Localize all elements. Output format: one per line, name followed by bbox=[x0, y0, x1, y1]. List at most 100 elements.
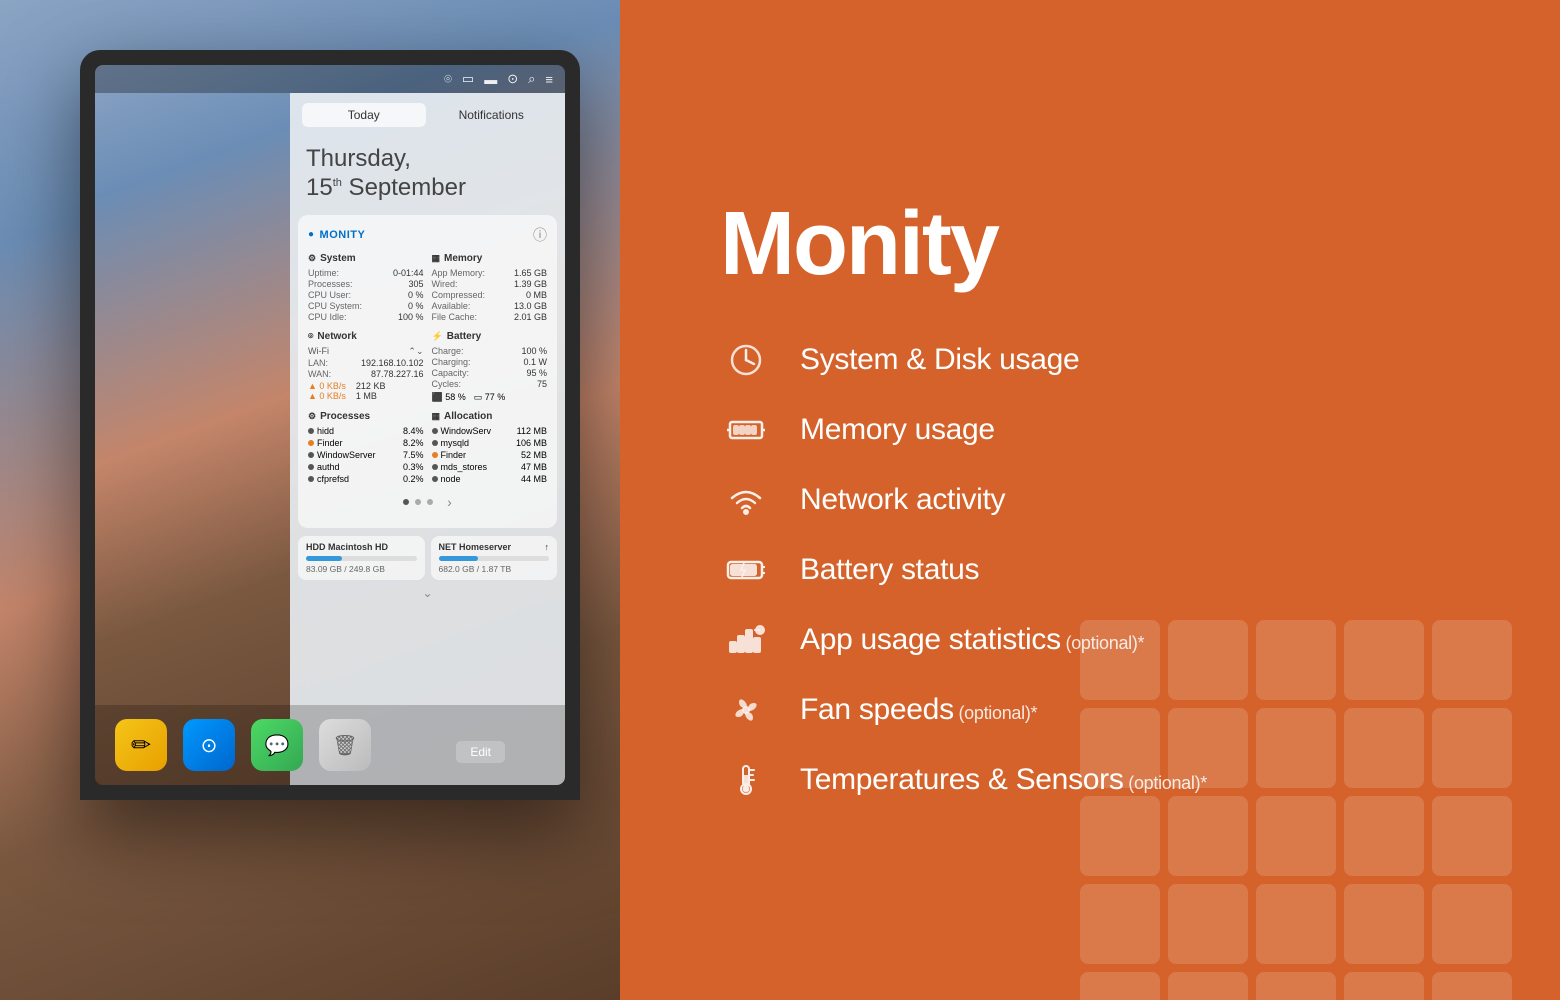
feature-list: System & Disk usage Memory usage bbox=[720, 339, 1480, 801]
feature-network: Network activity bbox=[720, 479, 1480, 521]
dock-trash-icon[interactable]: 🗑 bbox=[319, 719, 371, 771]
pagination: › bbox=[308, 486, 547, 518]
network-title: ⌾ Network bbox=[308, 331, 424, 342]
mac-screen: ⌾ ▭ ▬ ⊙ ⌕ ≡ Today Notifications bbox=[95, 65, 565, 785]
feature-memory-label: Memory usage bbox=[800, 413, 995, 447]
memory-section: ▦ Memory App Memory:1.65 GB Wired:1.39 G… bbox=[432, 253, 548, 323]
feature-temp: Temperatures & Sensors (optional)* bbox=[720, 759, 1480, 801]
page-dot-2 bbox=[415, 499, 421, 505]
battery-charging: Charging:0.1 W bbox=[432, 357, 548, 367]
allocation-section: ▦ Allocation WindowServ112 MB mysqld106 … bbox=[432, 411, 548, 486]
network-wan: WAN:87.78.227.16 bbox=[308, 369, 424, 379]
homeserver-usage: 682.0 GB / 1.87 TB bbox=[439, 564, 550, 574]
temp-icon bbox=[720, 759, 772, 801]
macintosh-hd-usage: 83.09 GB / 249.8 GB bbox=[306, 564, 417, 574]
system-processes: Processes:305 bbox=[308, 279, 424, 289]
feature-system-disk-label: System & Disk usage bbox=[800, 343, 1079, 377]
widget-title: ● MONITY bbox=[308, 229, 365, 241]
feature-system-disk: System & Disk usage bbox=[720, 339, 1480, 381]
system-section: ⚙ System Uptime:0-01:44 Processes:305 CP… bbox=[308, 253, 424, 323]
feature-temp-label: Temperatures & Sensors (optional)* bbox=[800, 763, 1207, 797]
widget-header: ● MONITY ⓘ bbox=[308, 225, 547, 245]
widget-grid: ⚙ System Uptime:0-01:44 Processes:305 CP… bbox=[308, 253, 547, 486]
battery-capacity: Capacity:95 % bbox=[432, 368, 548, 378]
status-bars: HDD Macintosh HD 83.09 GB / 249.8 GB NET… bbox=[298, 536, 557, 580]
feature-app-usage-label: App usage statistics (optional)* bbox=[800, 623, 1144, 657]
page-dot-1 bbox=[403, 499, 409, 505]
battery-icon bbox=[720, 549, 772, 591]
macintosh-hd-bar: HDD Macintosh HD 83.09 GB / 249.8 GB bbox=[298, 536, 425, 580]
page-dot-3 bbox=[427, 499, 433, 505]
widget-info-icon[interactable]: ⓘ bbox=[533, 225, 547, 245]
proc-windowserver: WindowServer7.5% bbox=[308, 450, 424, 460]
collapse-arrow[interactable]: ⌄ bbox=[290, 580, 565, 606]
date-line1: Thursday, bbox=[306, 145, 549, 174]
panel-date: Thursday, 15th September bbox=[290, 135, 565, 215]
today-panel: Today Notifications Thursday, 15th Septe… bbox=[290, 93, 565, 785]
proc-hidd: hidd8.4% bbox=[308, 426, 424, 436]
system-title: ⚙ System bbox=[308, 253, 424, 264]
dock-sketch-icon[interactable]: ✏ bbox=[115, 719, 167, 771]
network-wifi: Wi-Fi ⌃⌄ bbox=[308, 346, 424, 357]
menu-menubar-icon: ≡ bbox=[545, 72, 553, 87]
wifi-menubar-icon: ⌾ bbox=[444, 71, 452, 87]
memory-filecache: File Cache:2.01 GB bbox=[432, 312, 548, 322]
homeserver-bar-bg bbox=[439, 556, 550, 561]
homeserver-bar: NET Homeserver ↑ 682.0 GB / 1.87 TB bbox=[431, 536, 558, 580]
feature-network-label: Network activity bbox=[800, 483, 1005, 517]
alloc-mysqld: mysqld106 MB bbox=[432, 438, 548, 448]
network-section: ⌾ Network Wi-Fi ⌃⌄ LAN:192.168.10.102 WA… bbox=[308, 331, 424, 403]
macintosh-hd-header: HDD Macintosh HD bbox=[306, 542, 417, 552]
proc-cfprefsd: cfprefsd0.2% bbox=[308, 474, 424, 484]
dock-messages-icon[interactable]: 💬 bbox=[251, 719, 303, 771]
network-traffic: ▲ 0 KB/s ▲ 0 KB/s 212 KB 1 MB bbox=[308, 381, 424, 401]
battery-status: ⬛ 58 % ▭ 77 % bbox=[432, 392, 548, 403]
fan-icon bbox=[720, 689, 772, 731]
dock: ✏ ⊙ 💬 🗑 Edit bbox=[95, 705, 565, 785]
disk-bar-bg bbox=[306, 556, 417, 561]
dock-safari-icon[interactable]: ⊙ bbox=[183, 719, 235, 771]
alloc-node: node44 MB bbox=[432, 474, 548, 484]
battery-title: ⚡ Battery bbox=[432, 331, 548, 342]
system-cpu-user: CPU User:0 % bbox=[308, 290, 424, 300]
processes-title: ⚙ Processes bbox=[308, 411, 424, 422]
wifi-icon bbox=[720, 479, 772, 521]
system-cpu-system: CPU System:0 % bbox=[308, 301, 424, 311]
homeserver-header: NET Homeserver ↑ bbox=[439, 542, 550, 552]
edit-button[interactable]: Edit bbox=[456, 741, 505, 763]
proc-authd: authd0.3% bbox=[308, 462, 424, 472]
homeserver-used-bar bbox=[439, 556, 479, 561]
memory-title: ▦ Memory bbox=[432, 253, 548, 264]
memory-app: App Memory:1.65 GB bbox=[432, 268, 548, 278]
stats-icon bbox=[720, 619, 772, 661]
notifications-tab[interactable]: Notifications bbox=[430, 103, 554, 127]
system-cpu-idle: CPU Idle:100 % bbox=[308, 312, 424, 322]
battery-cycles: Cycles:75 bbox=[432, 379, 548, 389]
activity-icon bbox=[720, 339, 772, 381]
feature-memory: Memory usage bbox=[720, 409, 1480, 451]
alloc-windowserv: WindowServ112 MB bbox=[432, 426, 548, 436]
search-menubar-icon: ⌕ bbox=[528, 71, 535, 87]
monity-widget: ● MONITY ⓘ ⚙ System Uptime:0-01:44 bbox=[298, 215, 557, 528]
feature-fan-label: Fan speeds (optional)* bbox=[800, 693, 1037, 727]
menubar: ⌾ ▭ ▬ ⊙ ⌕ ≡ bbox=[95, 65, 565, 93]
memory-available: Available:13.0 GB bbox=[432, 301, 548, 311]
right-panel: Monity System & Disk usage bbox=[640, 0, 1560, 1000]
network-lan: LAN:192.168.10.102 bbox=[308, 358, 424, 368]
feature-battery-label: Battery status bbox=[800, 553, 979, 587]
processes-section: ⚙ Processes hidd8.4% Finder8.2% WindowSe… bbox=[308, 411, 424, 486]
today-tab[interactable]: Today bbox=[302, 103, 426, 127]
app-title: Monity bbox=[720, 199, 1480, 289]
system-uptime: Uptime:0-01:44 bbox=[308, 268, 424, 278]
alloc-finder: Finder52 MB bbox=[432, 450, 548, 460]
allocation-title: ▦ Allocation bbox=[432, 411, 548, 422]
memory-icon bbox=[720, 409, 772, 451]
clock-menubar-icon: ⊙ bbox=[507, 71, 518, 87]
feature-app-usage: App usage statistics (optional)* bbox=[720, 619, 1480, 661]
feature-battery: Battery status bbox=[720, 549, 1480, 591]
airplay-menubar-icon: ▭ bbox=[462, 71, 474, 87]
page-arrow[interactable]: › bbox=[447, 494, 452, 510]
battery-charge: Charge:100 % bbox=[432, 346, 548, 356]
battery-section: ⚡ Battery Charge:100 % Charging:0.1 W Ca… bbox=[432, 331, 548, 403]
alloc-mds-stores: mds_stores47 MB bbox=[432, 462, 548, 472]
